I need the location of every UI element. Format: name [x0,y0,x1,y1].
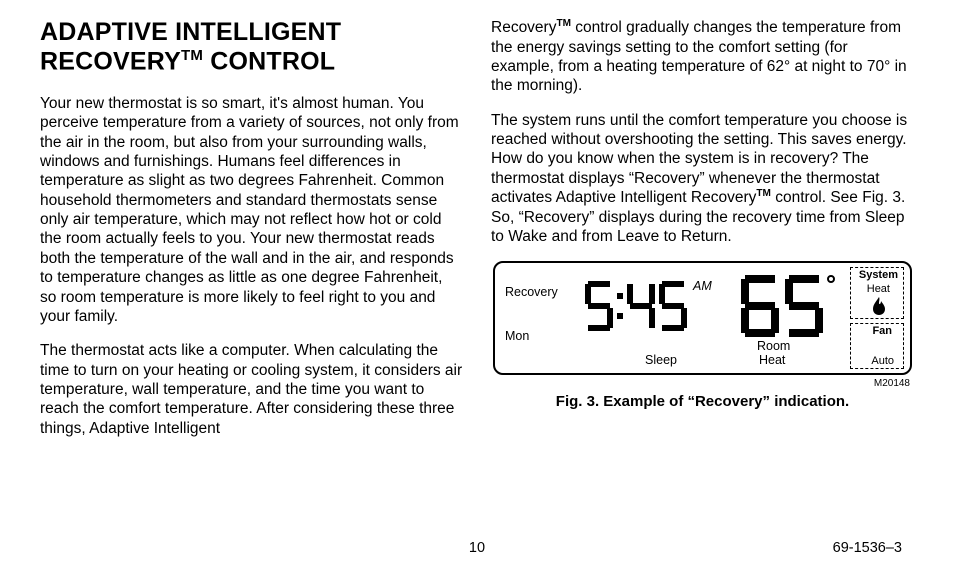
fan-auto-label: Auto [871,355,894,367]
col2-para2: The system runs until the comfort temper… [491,111,914,247]
recovery-indicator: Recovery [505,285,558,299]
heat-under-room: Heat [759,353,785,367]
system-heat-label: Heat [867,283,890,295]
time-digit-3 [659,281,687,331]
figure-3: Recovery Mon AM Sleep [491,261,914,410]
temp-digit-1 [741,275,779,337]
flame-icon [872,297,886,315]
room-label: Room [757,339,790,353]
heading-recovery: RECOVERY [40,47,181,75]
fan-label: Fan [872,325,892,337]
left-column: ADAPTIVE INTELLIGENT RECOVERYTM CONTROL … [40,18,463,453]
figure-code: M20148 [491,378,910,389]
right-column: RecoveryTM control gradually changes the… [491,18,914,453]
temp-digit-2 [785,275,823,337]
sleep-label: Sleep [645,353,677,367]
figure-caption: Fig. 3. Example of “Recovery” indication… [491,393,914,410]
col2-para1: RecoveryTM control gradually changes the… [491,18,914,96]
system-label: System [859,269,898,281]
col1-para2: The thermostat acts like a computer. Whe… [40,341,463,438]
degree-symbol [827,275,835,283]
col1-para1: Your new thermostat is so smart, it's al… [40,94,463,327]
section-heading: ADAPTIVE INTELLIGENT RECOVERYTM CONTROL [40,18,463,76]
time-colon [617,281,623,331]
time-digit-2 [627,281,655,331]
day-label: Mon [505,329,529,343]
tm-mark: TM [181,47,203,64]
document-number: 69-1536–3 [833,540,954,556]
page-footer: 10 69-1536–3 [0,540,954,556]
page-number: 10 [469,540,485,556]
time-digit-1 [585,281,613,331]
thermostat-display: Recovery Mon AM Sleep [493,261,912,375]
heading-control: CONTROL [203,47,335,75]
am-label: AM [693,279,712,293]
heading-line1: ADAPTIVE INTELLIGENT [40,18,341,46]
